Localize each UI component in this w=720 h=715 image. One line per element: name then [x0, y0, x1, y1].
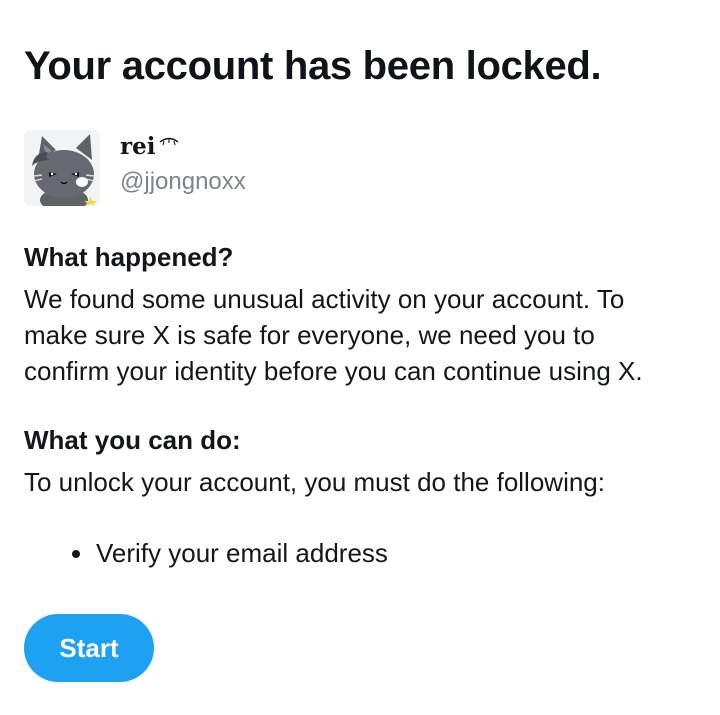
what-happened-line: make sure X is safe for everyone, we nee…: [24, 320, 595, 350]
avatar: [24, 130, 100, 206]
page-title: Your account has been locked.: [24, 44, 602, 88]
what-happened-line: confirm your identity before you can con…: [24, 356, 643, 386]
grey-cat-avatar-icon: [24, 130, 100, 206]
display-name: rei: [120, 132, 246, 162]
what-happened-heading: What happened?: [24, 242, 234, 272]
bullet-icon: [72, 549, 80, 558]
account-handle: @jjongnoxx: [120, 168, 246, 195]
list-item: Verify your email address: [72, 538, 388, 569]
profile-names: rei @jjongnoxx: [120, 132, 246, 198]
what-you-can-do-text: To unlock your account, you must do the …: [24, 467, 605, 497]
what-happened-text: We found some unusual activity on your a…: [24, 281, 643, 389]
flourish-icon: [159, 137, 178, 146]
start-button[interactable]: Start: [24, 614, 154, 682]
what-you-can-do-heading: What you can do:: [24, 425, 241, 455]
display-name-text: rei: [120, 133, 156, 160]
account-profile: rei @jjongnoxx: [24, 130, 246, 206]
what-happened-line: We found some unusual activity on your a…: [24, 284, 625, 314]
step-label: Verify your email address: [96, 538, 388, 568]
